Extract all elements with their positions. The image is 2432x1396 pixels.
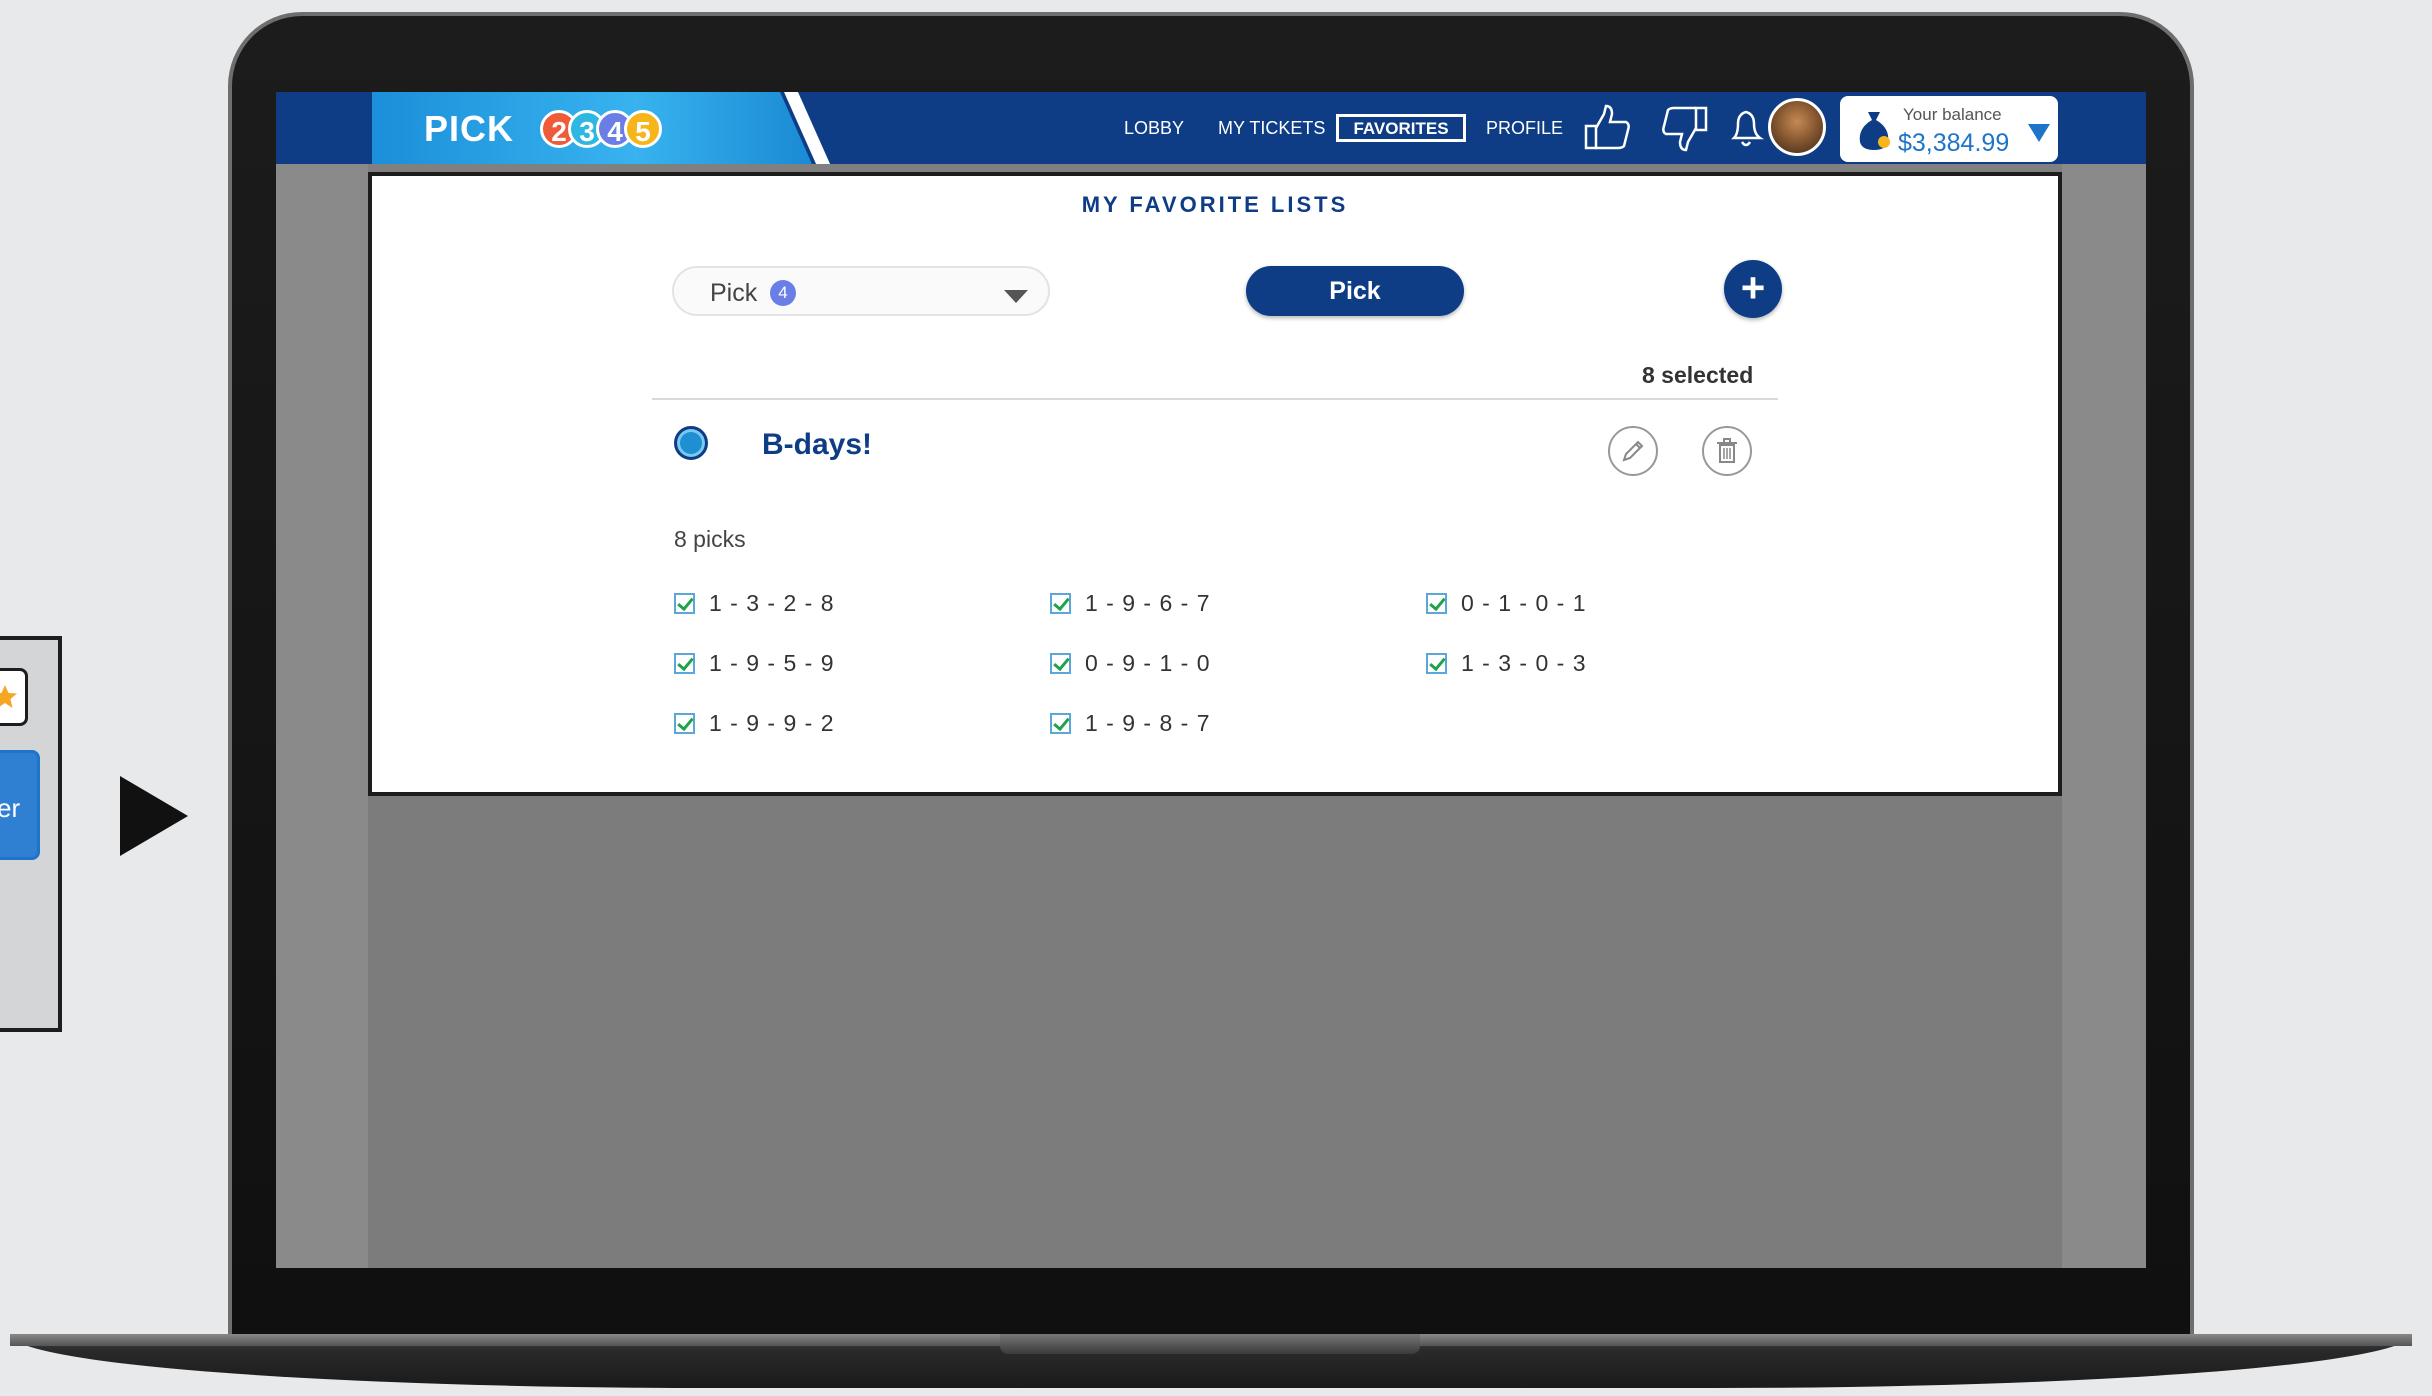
pick-item[interactable]: 1 - 9 - 6 - 7 bbox=[1050, 590, 1210, 617]
favorites-card: MY FAVORITE LISTS Pick 4 Pick + 8 select… bbox=[368, 172, 2062, 796]
chevron-down-icon bbox=[1004, 290, 1028, 303]
app-header: PICK 2 3 4 5 LOBBY MY TICKETS FAVORITES … bbox=[276, 92, 2146, 164]
screen-background-right bbox=[2062, 92, 2146, 1268]
thumbs-down-icon[interactable] bbox=[1658, 102, 1710, 154]
screen-background-lower bbox=[368, 792, 2062, 1268]
side-tab-label: er bbox=[0, 793, 21, 823]
pick-item[interactable]: 1 - 9 - 8 - 7 bbox=[1050, 710, 1210, 737]
nav-lobby[interactable]: LOBBY bbox=[1124, 118, 1184, 139]
pick-checkbox[interactable] bbox=[674, 593, 695, 614]
pick-checkbox[interactable] bbox=[674, 653, 695, 674]
favorite-star-box bbox=[0, 668, 28, 726]
pick-checkbox[interactable] bbox=[1050, 653, 1071, 674]
star-icon bbox=[0, 685, 17, 708]
selected-count: 8 selected bbox=[1642, 362, 1754, 388]
pick-numbers: 1 - 3 - 0 - 3 bbox=[1461, 650, 1587, 676]
laptop-hinge bbox=[1000, 1334, 1420, 1354]
pick-item[interactable]: 1 - 9 - 9 - 2 bbox=[674, 710, 834, 737]
nav-profile[interactable]: PROFILE bbox=[1486, 118, 1563, 139]
logo-ball-5: 5 bbox=[624, 110, 662, 148]
list-name: B-days! bbox=[762, 428, 873, 461]
game-badge: 4 bbox=[770, 280, 796, 306]
nav-favorites[interactable]: FAVORITES bbox=[1336, 114, 1466, 142]
screen-background-left bbox=[276, 92, 368, 1268]
pick-item[interactable]: 1 - 9 - 5 - 9 bbox=[674, 650, 834, 677]
pencil-icon bbox=[1622, 440, 1644, 462]
balance-label: Your balance bbox=[1903, 105, 2002, 124]
list-radio[interactable] bbox=[674, 426, 708, 460]
pick-numbers: 1 - 9 - 8 - 7 bbox=[1085, 710, 1211, 736]
divider bbox=[652, 398, 1778, 400]
side-annotation-panel: er bbox=[0, 636, 62, 1032]
page-title: MY FAVORITE LISTS bbox=[1081, 192, 1349, 217]
pick-button[interactable]: Pick bbox=[1246, 266, 1464, 316]
edit-button[interactable] bbox=[1608, 426, 1658, 476]
pick-item[interactable]: 0 - 9 - 1 - 0 bbox=[1050, 650, 1210, 677]
pick-item[interactable]: 1 - 3 - 2 - 8 bbox=[674, 590, 834, 617]
side-tab: er bbox=[0, 750, 40, 860]
trash-icon bbox=[1717, 438, 1737, 463]
thumbs-up-icon[interactable] bbox=[1582, 102, 1634, 154]
chevron-down-icon[interactable] bbox=[2028, 124, 2050, 142]
balance-value: $3,384.99 bbox=[1898, 129, 2010, 157]
pick-item[interactable]: 0 - 1 - 0 - 1 bbox=[1426, 590, 1586, 617]
pick-count: 8 picks bbox=[674, 526, 746, 552]
pick-numbers: 1 - 3 - 2 - 8 bbox=[709, 590, 835, 616]
pick-checkbox[interactable] bbox=[1426, 593, 1447, 614]
pick-numbers: 1 - 9 - 5 - 9 bbox=[709, 650, 835, 676]
logo-text[interactable]: PICK bbox=[424, 108, 514, 150]
avatar[interactable] bbox=[1768, 98, 1826, 156]
money-bag-icon bbox=[1859, 112, 1890, 150]
pick-checkbox[interactable] bbox=[1050, 593, 1071, 614]
game-select-label: Pick bbox=[710, 279, 758, 307]
pick-numbers: 1 - 9 - 6 - 7 bbox=[1085, 590, 1211, 616]
pick-item[interactable]: 1 - 3 - 0 - 3 bbox=[1426, 650, 1586, 677]
pick-numbers: 1 - 9 - 9 - 2 bbox=[709, 710, 835, 736]
pick-numbers: 0 - 1 - 0 - 1 bbox=[1461, 590, 1587, 616]
balance-dropdown[interactable]: Your balance $3,384.99 bbox=[1840, 96, 2058, 162]
laptop-screen: PICK 2 3 4 5 LOBBY MY TICKETS FAVORITES … bbox=[276, 92, 2146, 1268]
add-list-button[interactable]: + bbox=[1724, 260, 1782, 318]
pick-numbers: 0 - 9 - 1 - 0 bbox=[1085, 650, 1211, 676]
play-arrow-icon bbox=[120, 776, 188, 856]
nav-my-tickets[interactable]: MY TICKETS bbox=[1218, 118, 1325, 139]
pick-checkbox[interactable] bbox=[1050, 713, 1071, 734]
pick-checkbox[interactable] bbox=[674, 713, 695, 734]
delete-button[interactable] bbox=[1702, 426, 1752, 476]
pick-checkbox[interactable] bbox=[1426, 653, 1447, 674]
game-select[interactable]: Pick 4 bbox=[672, 266, 1050, 316]
bell-icon[interactable] bbox=[1720, 102, 1772, 154]
